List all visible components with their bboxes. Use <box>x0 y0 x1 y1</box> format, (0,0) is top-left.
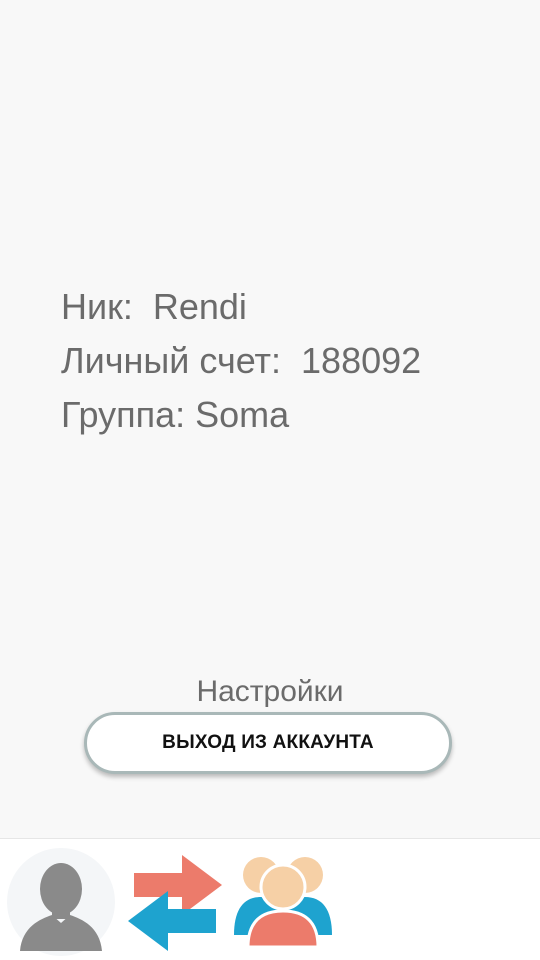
transfer-arrows-icon <box>128 855 222 951</box>
nav-profile-tab[interactable] <box>6 847 116 957</box>
logout-button-label: ВЫХОД ИЗ АККАУНТА <box>162 732 374 753</box>
account-number-text: Личный счет: 188092 <box>61 340 422 381</box>
profile-screen: Ник: Rendi Личный счет: 188092 Группа: S… <box>0 0 540 960</box>
group-text: Группа: Soma <box>61 394 290 435</box>
profile-info: Ник: Rendi Личный счет: 188092 Группа: S… <box>61 280 421 442</box>
user-avatar-icon <box>7 848 115 956</box>
bottom-navigation <box>0 838 540 960</box>
logout-button[interactable]: ВЫХОД ИЗ АККАУНТА <box>84 712 452 774</box>
nav-transfer-tab[interactable] <box>120 847 230 957</box>
group-people-icon <box>234 857 332 949</box>
nickname-text: Ник: Rendi <box>61 286 247 327</box>
nav-groups-tab[interactable] <box>228 847 338 957</box>
settings-link[interactable]: Настройки <box>0 672 540 712</box>
